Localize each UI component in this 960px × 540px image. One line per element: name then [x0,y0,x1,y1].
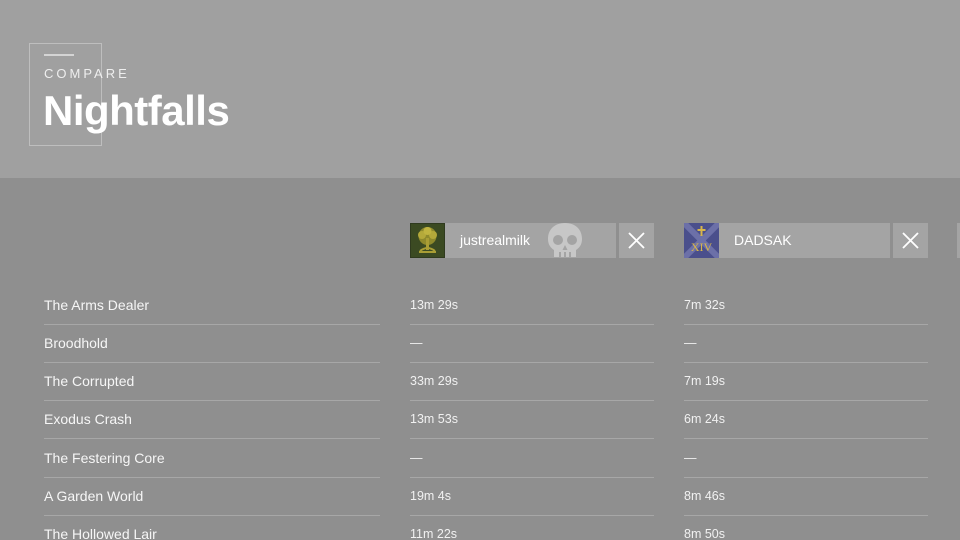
close-icon [628,232,645,249]
activity-name: The Festering Core [44,440,380,478]
xiv-emblem-icon: XIV [684,223,719,258]
activity-name: The Corrupted [44,363,380,401]
activity-name: Exodus Crash [44,401,380,439]
player-1-time: — [410,440,654,478]
player-2-time: 8m 46s [684,478,928,516]
player-1-time: — [410,325,654,363]
remove-player-button[interactable] [893,223,928,258]
tree-emblem-icon [410,223,445,258]
player-1-time: 11m 22s [410,516,654,540]
player-name-box[interactable]: XIV DADSAK [684,223,890,258]
activity-name: The Hollowed Lair [44,516,380,540]
player-2-time: 6m 24s [684,401,928,439]
page-header: COMPARE Nightfalls [0,0,960,178]
player-2-time: 8m 50s [684,516,928,540]
table-row: The Festering Core — — [0,440,960,478]
player-name: justrealmilk [460,232,531,248]
compare-page: COMPARE Nightfalls justrealmilk XIV DADS… [0,0,960,540]
activity-name: The Arms Dealer [44,287,380,325]
skull-icon [548,223,582,257]
page-title: Nightfalls [43,87,230,134]
svg-text:XIV: XIV [691,240,713,254]
activity-name: Broodhold [44,325,380,363]
player-1-time: 13m 53s [410,401,654,439]
player-1-time: 33m 29s [410,363,654,401]
player-2-time: 7m 32s [684,287,928,325]
player-1-time: 19m 4s [410,478,654,516]
table-row: A Garden World 19m 4s 8m 46s [0,478,960,516]
page-eyebrow: COMPARE [44,66,130,81]
player-2-time: — [684,440,928,478]
player-2-time: — [684,325,928,363]
table-row: Exodus Crash 13m 53s 6m 24s [0,401,960,439]
table-row: The Hollowed Lair 11m 22s 8m 50s [0,516,960,540]
player-card-2: XIV DADSAK [684,223,928,258]
activity-name: A Garden World [44,478,380,516]
remove-player-button[interactable] [619,223,654,258]
player-2-time: 7m 19s [684,363,928,401]
table-row: The Corrupted 33m 29s 7m 19s [0,363,960,401]
player-card-1: justrealmilk [410,223,654,258]
table-row: Broodhold — — [0,325,960,363]
player-1-time: 13m 29s [410,287,654,325]
close-icon [902,232,919,249]
player-name: DADSAK [734,232,792,248]
player-name-box[interactable]: justrealmilk [410,223,616,258]
table-row: The Arms Dealer 13m 29s 7m 32s [0,287,960,325]
header-dash [44,54,74,56]
